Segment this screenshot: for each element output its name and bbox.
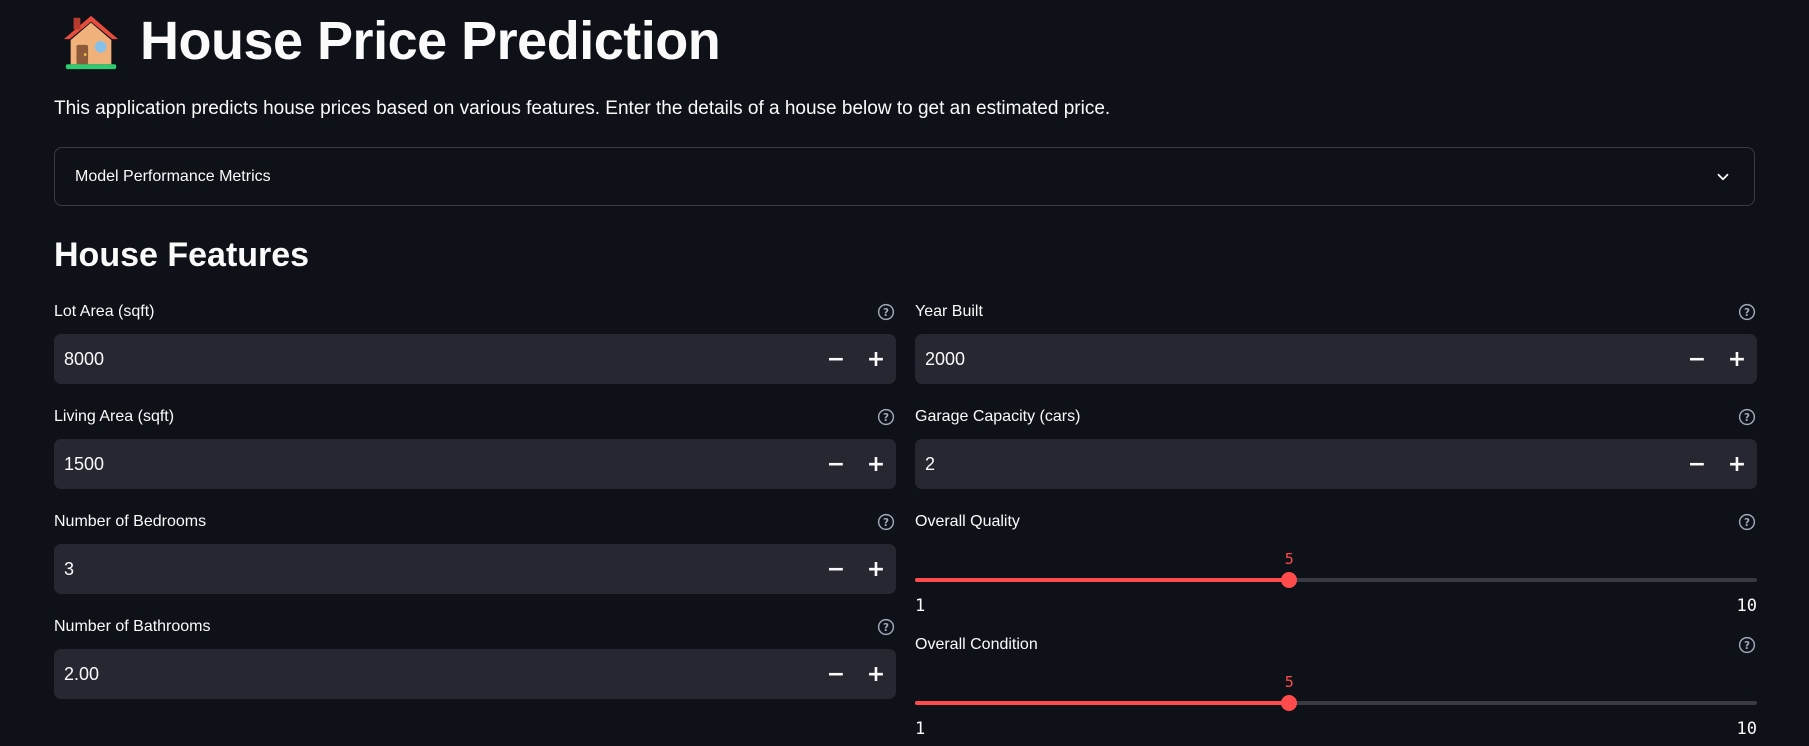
living-area-field: Living Area (sqft) ? 1500 − +	[54, 405, 896, 489]
slider-thumb[interactable]	[1281, 695, 1298, 711]
field-label: Number of Bedrooms	[54, 513, 207, 530]
increment-button[interactable]: +	[1717, 439, 1757, 489]
help-icon[interactable]: ?	[1738, 636, 1756, 654]
increment-button[interactable]: +	[1717, 334, 1757, 384]
chevron-down-icon	[1717, 173, 1729, 180]
field-label: Overall Condition	[915, 636, 1038, 653]
input-value[interactable]: 2	[915, 454, 935, 475]
bathrooms-input[interactable]: 2.00 − +	[54, 649, 896, 699]
help-icon[interactable]: ?	[877, 618, 895, 636]
page-title: House Price Prediction	[140, 11, 721, 71]
slider-min-label: 1	[915, 719, 926, 739]
decrement-button[interactable]: −	[816, 544, 856, 594]
intro-text: This application predicts house prices b…	[54, 98, 1111, 119]
bathrooms-field: Number of Bathrooms ? 2.00 − +	[54, 615, 896, 699]
help-icon[interactable]: ?	[1738, 408, 1756, 426]
lot-area-field: Lot Area (sqft) ? 8000 − +	[54, 300, 896, 384]
decrement-button[interactable]: −	[1677, 439, 1717, 489]
slider-fill	[915, 578, 1290, 582]
slider-value: 5	[1284, 550, 1294, 568]
overall-condition-field: Overall Condition ? 5 1 10	[915, 633, 1757, 746]
field-label: Lot Area (sqft)	[54, 303, 155, 320]
decrement-button[interactable]: −	[1677, 334, 1717, 384]
increment-button[interactable]: +	[856, 334, 896, 384]
decrement-button[interactable]: −	[816, 649, 856, 699]
overall-quality-field: Overall Quality ? 5 1 10	[915, 510, 1757, 624]
model-metrics-expander[interactable]: Model Performance Metrics	[54, 147, 1755, 206]
year-built-field: Year Built ? 2000 − +	[915, 300, 1757, 384]
slider-max-label: 10	[1736, 596, 1757, 616]
input-value[interactable]: 8000	[54, 349, 104, 370]
bedrooms-field: Number of Bedrooms ? 3 − +	[54, 510, 896, 594]
svg-text:?: ?	[1744, 517, 1750, 529]
field-label: Living Area (sqft)	[54, 408, 175, 425]
garage-capacity-input[interactable]: 2 − +	[915, 439, 1757, 489]
slider-max-label: 10	[1736, 719, 1757, 739]
decrement-button[interactable]: −	[816, 439, 856, 489]
slider-track[interactable]	[915, 572, 1757, 588]
help-icon[interactable]: ?	[1738, 513, 1756, 531]
svg-text:?: ?	[883, 307, 889, 319]
help-icon[interactable]: ?	[1738, 303, 1756, 321]
input-value[interactable]: 2.00	[54, 664, 99, 685]
svg-text:?: ?	[1744, 640, 1750, 652]
slider-fill	[915, 701, 1290, 705]
increment-button[interactable]: +	[856, 649, 896, 699]
overall-quality-slider[interactable]: 5 1 10	[915, 534, 1757, 624]
page-header: House Price Prediction	[60, 6, 721, 76]
lot-area-input[interactable]: 8000 − +	[54, 334, 896, 384]
app-page: House Price Prediction This application …	[0, 0, 1809, 746]
garage-capacity-field: Garage Capacity (cars) ? 2 − +	[915, 405, 1757, 489]
increment-button[interactable]: +	[856, 439, 896, 489]
field-label: Overall Quality	[915, 513, 1020, 530]
expander-label: Model Performance Metrics	[75, 167, 271, 185]
house-emoji-icon	[63, 15, 119, 70]
help-icon[interactable]: ?	[877, 303, 895, 321]
svg-text:?: ?	[1744, 412, 1750, 424]
living-area-input[interactable]: 1500 − +	[54, 439, 896, 489]
svg-text:?: ?	[883, 622, 889, 634]
bedrooms-input[interactable]: 3 − +	[54, 544, 896, 594]
slider-track[interactable]	[915, 695, 1757, 711]
slider-min-label: 1	[915, 596, 926, 616]
slider-thumb[interactable]	[1281, 572, 1298, 588]
help-icon[interactable]: ?	[877, 408, 895, 426]
overall-condition-slider[interactable]: 5 1 10	[915, 657, 1757, 746]
field-label: Number of Bathrooms	[54, 618, 211, 635]
section-title: House Features	[54, 236, 310, 274]
input-value[interactable]: 2000	[915, 349, 965, 370]
svg-text:?: ?	[883, 412, 889, 424]
slider-value: 5	[1284, 673, 1294, 691]
decrement-button[interactable]: −	[816, 334, 856, 384]
field-label: Year Built	[915, 303, 983, 320]
input-value[interactable]: 1500	[54, 454, 104, 475]
year-built-input[interactable]: 2000 − +	[915, 334, 1757, 384]
increment-button[interactable]: +	[856, 544, 896, 594]
help-icon[interactable]: ?	[877, 513, 895, 531]
input-value[interactable]: 3	[54, 559, 74, 580]
svg-text:?: ?	[1744, 307, 1750, 319]
svg-text:?: ?	[883, 517, 889, 529]
field-label: Garage Capacity (cars)	[915, 408, 1081, 425]
